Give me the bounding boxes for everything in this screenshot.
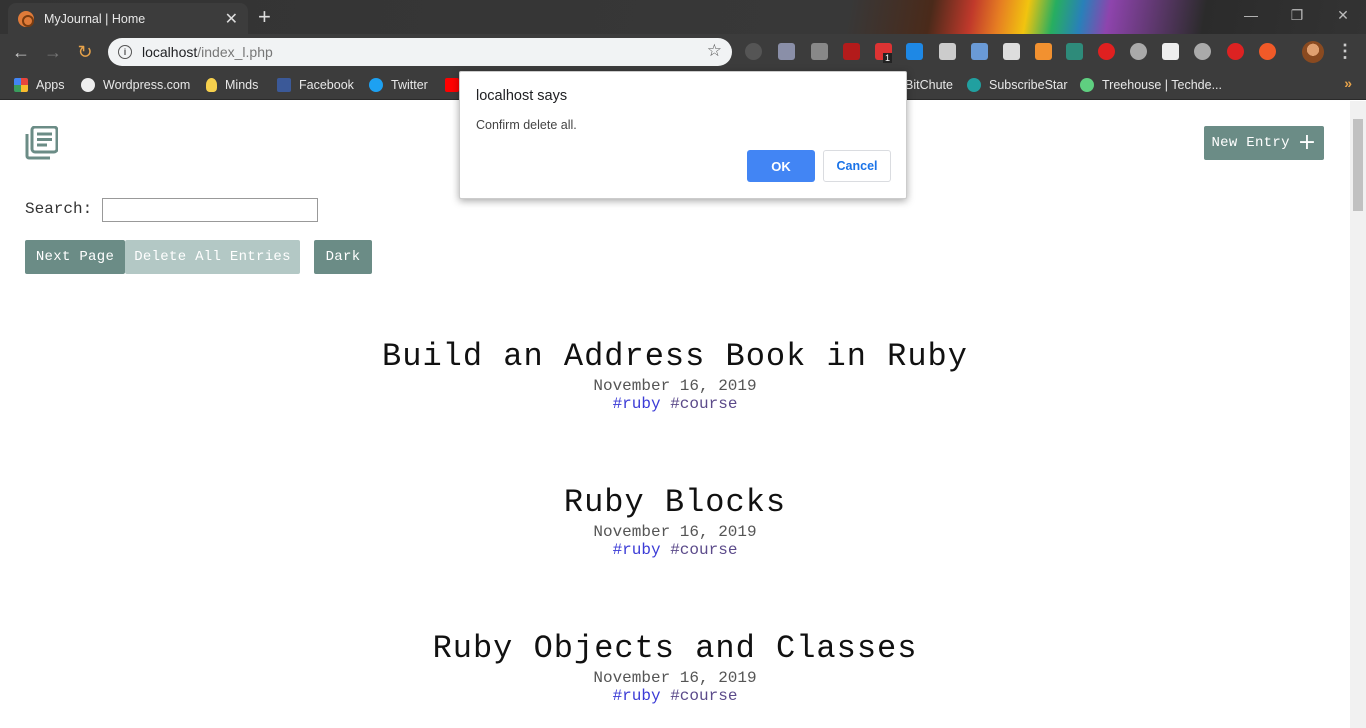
journal-favicon-icon xyxy=(18,10,34,27)
entry-title-link[interactable]: Ruby Blocks xyxy=(0,484,1350,521)
lightbulb-icon xyxy=(206,78,217,92)
bookmark-label: Wordpress.com xyxy=(103,78,191,92)
tag-link[interactable]: #course xyxy=(670,541,737,559)
entry-title-link[interactable]: Build an Address Book in Ruby xyxy=(0,338,1350,375)
entry-date: November 16, 2019 xyxy=(593,669,757,687)
list-item: Ruby Objects and Classes November 16, 20… xyxy=(0,630,1350,705)
bookmark-treehouse[interactable]: Treehouse | Techde... xyxy=(1080,76,1222,94)
entry-tags: #ruby #course xyxy=(0,395,1350,413)
apps-grid-icon xyxy=(14,78,28,92)
plus-icon: + xyxy=(1297,130,1317,155)
entry-tags: #ruby #course xyxy=(0,687,1350,705)
bookmark-label: Apps xyxy=(36,78,65,92)
entry-tags: #ruby #course xyxy=(0,541,1350,559)
youtube-icon xyxy=(445,78,459,92)
browser-toolbar: ← → ↻ i localhost/index_l.php ☆ 1 ⋮ xyxy=(0,34,1366,70)
minimize-window-icon[interactable]: — xyxy=(1228,0,1274,30)
extension-badge: 1 xyxy=(883,53,893,63)
next-page-button[interactable]: Next Page xyxy=(25,240,125,274)
extension-ghost-icon[interactable] xyxy=(1227,43,1244,60)
extension-m-icon[interactable] xyxy=(1130,43,1147,60)
bookmark-label: Facebook xyxy=(299,78,354,92)
facebook-icon xyxy=(277,78,291,92)
close-tab-icon[interactable]: ✕ xyxy=(225,9,238,29)
url-host: localhost xyxy=(142,44,198,60)
bookmark-twitter[interactable]: Twitter xyxy=(369,76,428,94)
wordpress-icon xyxy=(81,78,95,92)
delete-all-entries-button[interactable]: Delete All Entries xyxy=(125,240,300,274)
bookmark-label: Twitter xyxy=(391,78,428,92)
search-input[interactable] xyxy=(102,198,318,222)
extension-shield-icon[interactable] xyxy=(745,43,762,60)
tag-link[interactable]: #ruby xyxy=(613,395,661,413)
dialog-message: Confirm delete all. xyxy=(476,118,577,132)
url-path: /index_l.php xyxy=(197,44,273,60)
bookmark-minds[interactable]: Minds xyxy=(206,76,258,94)
extension-css-icon[interactable] xyxy=(811,43,828,60)
tab-title: MyJournal | Home xyxy=(44,11,146,26)
extension-bubble-icon[interactable] xyxy=(1194,43,1211,60)
bookmark-star-icon[interactable]: ☆ xyxy=(707,41,722,61)
tag-link[interactable]: #ruby xyxy=(613,541,661,559)
extension-pdf-icon[interactable] xyxy=(843,43,860,60)
new-entry-label: New Entry xyxy=(1211,135,1290,151)
more-bookmarks-icon[interactable]: » xyxy=(1344,75,1352,91)
close-window-icon[interactable]: ✕ xyxy=(1320,0,1366,30)
subscribestar-icon xyxy=(967,78,981,92)
tag-link[interactable]: #course xyxy=(670,687,737,705)
journal-logo-icon[interactable] xyxy=(24,126,58,160)
browser-titlebar: MyJournal | Home ✕ + — ❐ ✕ xyxy=(0,0,1366,34)
browser-menu-icon[interactable]: ⋮ xyxy=(1336,41,1354,62)
bookmark-label: SubscribeStar xyxy=(989,78,1068,92)
extension-copy-icon[interactable] xyxy=(939,43,956,60)
dark-mode-button[interactable]: Dark xyxy=(314,240,372,274)
extension-infinity-icon[interactable] xyxy=(1259,43,1276,60)
bookmark-subscribestar[interactable]: SubscribeStar xyxy=(967,76,1068,94)
new-tab-button[interactable]: + xyxy=(258,4,271,30)
site-info-icon[interactable]: i xyxy=(118,45,132,59)
bookmark-label: Treehouse | Techde... xyxy=(1102,78,1222,92)
scrollbar-thumb[interactable] xyxy=(1353,119,1363,211)
extension-image-icon[interactable] xyxy=(971,43,988,60)
tag-link[interactable]: #ruby xyxy=(613,687,661,705)
restore-window-icon[interactable]: ❐ xyxy=(1274,0,1320,30)
extension-calendar-icon[interactable]: 1 xyxy=(875,43,893,63)
extension-fox-icon[interactable] xyxy=(1035,43,1052,60)
bookmark-label: Minds xyxy=(225,78,259,92)
back-arrow-icon[interactable]: ← xyxy=(8,39,34,65)
entry-date: November 16, 2019 xyxy=(593,523,757,541)
extension-stop-icon[interactable] xyxy=(1098,43,1115,60)
extension-bitwarden-icon[interactable] xyxy=(778,43,795,60)
forward-arrow-icon[interactable]: → xyxy=(40,39,66,65)
confirm-dialog: localhost says Confirm delete all. OK Ca… xyxy=(459,71,907,199)
reload-icon[interactable]: ↻ xyxy=(72,39,98,65)
list-item: Build an Address Book in Ruby November 1… xyxy=(0,338,1350,413)
search-label: Search: xyxy=(25,200,93,218)
tag-link[interactable]: #course xyxy=(670,395,737,413)
profile-avatar[interactable] xyxy=(1302,41,1324,63)
treehouse-icon xyxy=(1080,78,1094,92)
extension-s-icon[interactable] xyxy=(906,43,923,60)
twitter-icon xyxy=(369,78,383,92)
entry-date: November 16, 2019 xyxy=(593,377,757,395)
bookmark-bitchute[interactable]: BitChute xyxy=(905,76,953,94)
browser-tab[interactable]: MyJournal | Home ✕ xyxy=(8,3,248,34)
extension-glasses-icon[interactable] xyxy=(1162,43,1179,60)
ok-button[interactable]: OK xyxy=(747,150,815,182)
bookmark-apps[interactable]: Apps xyxy=(14,76,65,94)
address-bar[interactable]: i localhost/index_l.php ☆ xyxy=(108,38,732,66)
dialog-title: localhost says xyxy=(476,88,568,104)
bookmark-facebook[interactable]: Facebook xyxy=(277,76,354,94)
extension-wrench-icon[interactable] xyxy=(1003,43,1020,60)
bookmark-wordpress[interactable]: Wordpress.com xyxy=(81,76,190,94)
new-entry-button[interactable]: New Entry + xyxy=(1204,126,1324,160)
extension-sidekick-icon[interactable] xyxy=(1066,43,1083,60)
cancel-button[interactable]: Cancel xyxy=(823,150,891,182)
bookmark-label: BitChute xyxy=(905,78,953,92)
page-scrollbar[interactable] xyxy=(1350,101,1366,728)
entry-title-link[interactable]: Ruby Objects and Classes xyxy=(0,630,1350,667)
list-item: Ruby Blocks November 16, 2019 #ruby #cou… xyxy=(0,484,1350,559)
